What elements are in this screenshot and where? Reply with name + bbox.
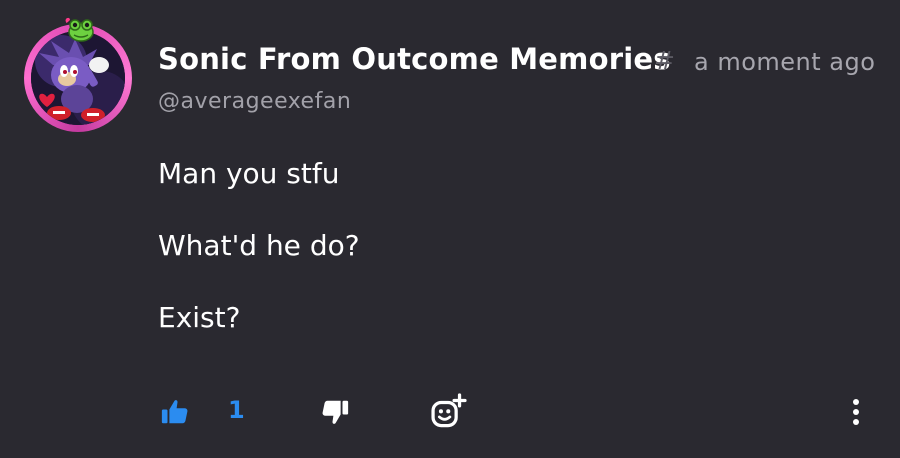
avatar[interactable] [24,17,132,132]
avatar-image [31,31,125,125]
add-reaction-button[interactable] [428,390,468,434]
message-line: Man you stfu [158,157,340,190]
more-options-button[interactable] [842,390,870,434]
add-reaction-icon [431,393,467,428]
display-name[interactable]: Sonic From Outcome Memories [158,42,671,76]
thumbs-down-icon [322,400,349,424]
comment-header: Sonic From Outcome Memories # a moment a… [158,42,878,82]
message-line: What'd he do? [158,229,360,262]
more-vertical-icon [853,399,859,425]
dislike-button[interactable] [318,390,352,434]
thumbs-up-icon [161,400,188,424]
like-button[interactable] [158,390,192,434]
frog-badge-icon [62,16,96,42]
comment-card: Sonic From Outcome Memories # a moment a… [0,0,900,458]
timestamp: a moment ago [694,48,876,76]
message-line: Exist? [158,301,241,334]
name-suffix: # [654,46,675,75]
like-count: 1 [228,396,245,424]
user-handle[interactable]: @averageexefan [158,89,351,114]
action-bar: 1 [0,390,900,434]
